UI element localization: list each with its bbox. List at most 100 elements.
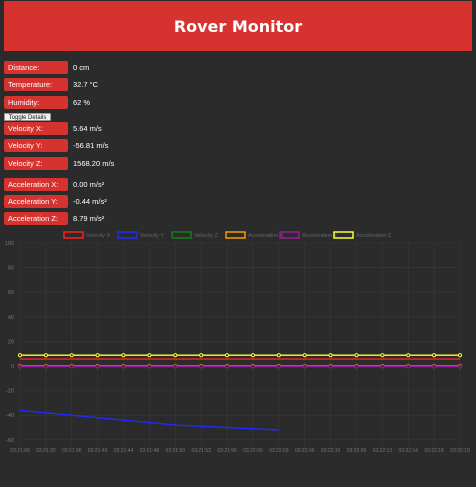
data-point <box>406 353 411 358</box>
data-point <box>354 364 359 369</box>
data-point <box>17 353 23 358</box>
legend-swatch <box>225 231 246 239</box>
data-point <box>95 353 100 358</box>
data-point <box>406 364 411 369</box>
temperature-label: Temperature: <box>4 78 68 91</box>
x-tick-label: 03:22:19 <box>450 448 470 454</box>
x-tick-label: 03:22:09 <box>347 448 367 454</box>
y-tick-label: 100 <box>5 241 14 247</box>
data-point <box>199 364 204 369</box>
legend-swatch <box>171 231 192 239</box>
velocity-x-label: Velocity X: <box>4 122 68 135</box>
humidity-value: 62 % <box>73 98 91 107</box>
x-tick-label: 03:21:40 <box>88 448 108 454</box>
y-tick-label: 20 <box>8 339 14 345</box>
x-tick-label: 03:21:50 <box>166 448 186 454</box>
data-point <box>147 364 152 369</box>
distance-value: 0 cm <box>73 63 90 72</box>
data-point <box>224 364 230 369</box>
x-tick-label: 03:22:00 <box>243 448 263 454</box>
legend-label: Acceleration X <box>248 233 284 239</box>
acceleration-x-row: Acceleration X: 0.00 m/s² <box>4 178 104 191</box>
y-tick-label: -60 <box>6 438 14 444</box>
humidity-row: Humidity: 62 % <box>4 96 90 109</box>
x-tick-label: 03:22:18 <box>424 448 444 454</box>
data-point <box>276 353 281 358</box>
data-point <box>457 353 463 358</box>
x-tick-label: 03:22:06 <box>295 448 315 454</box>
data-point <box>302 364 307 369</box>
data-point <box>328 353 333 358</box>
velocity-y-value: -56.81 m/s <box>73 141 109 150</box>
legend-label: Acceleration Z <box>356 233 392 239</box>
temperature-value: 32.7 °C <box>73 80 99 89</box>
data-point <box>380 364 385 369</box>
y-tick-label: 0 <box>11 364 14 370</box>
acceleration-x-label: Acceleration X: <box>4 178 68 191</box>
data-point <box>432 353 437 358</box>
data-point <box>276 364 281 369</box>
data-point <box>250 364 256 369</box>
x-tick-label: 03:22:10 <box>321 448 341 454</box>
toggle-details-button[interactable]: Toggle Details <box>4 113 51 121</box>
y-tick-label: -20 <box>6 389 14 395</box>
distance-label: Distance: <box>4 61 68 74</box>
velocity-z-value: 1568.20 m/s <box>73 159 115 168</box>
x-tick-label: 03:22:13 <box>373 448 393 454</box>
data-point <box>121 353 126 358</box>
acceleration-x-value: 0.00 m/s² <box>73 180 105 189</box>
data-point <box>95 364 100 369</box>
data-point <box>69 353 74 358</box>
page-header: Rover Monitor <box>4 1 472 51</box>
distance-row: Distance: 0 cm <box>4 61 89 74</box>
acceleration-z-row: Acceleration Z: 8.79 m/s² <box>4 212 104 225</box>
x-tick-label: 03:21:08 <box>10 448 30 454</box>
legend-swatch <box>63 231 84 239</box>
sensor-line-chart: 100 80 60 40 20 0 -20 -40 -60 03:21:08 03:21:32 03:… <box>5 231 470 454</box>
x-tick-label: 03:21:52 <box>191 448 211 454</box>
data-point <box>302 353 307 358</box>
data-point <box>199 353 204 358</box>
legend-label: Velocity X <box>86 233 110 239</box>
page-title: Rover Monitor <box>173 16 303 36</box>
velocity-y-label: Velocity Y: <box>4 139 68 152</box>
acceleration-z-value: 8.79 m/s² <box>73 214 105 223</box>
data-point <box>43 364 48 369</box>
data-point <box>147 353 152 358</box>
data-point <box>17 364 23 369</box>
velocity-y-row: Velocity Y: -56.81 m/s <box>4 139 108 152</box>
humidity-label: Humidity: <box>4 96 68 109</box>
data-point <box>121 364 126 369</box>
x-tick-label: 03:21:56 <box>217 448 237 454</box>
legend-label: Acceleration Y <box>302 233 338 239</box>
data-point <box>43 353 48 358</box>
data-point <box>457 364 463 369</box>
x-tick-label: 03:21:44 <box>114 448 134 454</box>
legend-swatch <box>117 231 138 239</box>
x-tick-label: 03:21:32 <box>36 448 56 454</box>
y-tick-label: 40 <box>8 315 14 321</box>
velocity-z-row: Velocity Z: 1568.20 m/s <box>4 157 114 170</box>
data-point <box>224 353 230 358</box>
data-point <box>250 353 256 358</box>
velocity-x-value: 5.64 m/s <box>73 124 102 133</box>
x-tick-label: 03:21:48 <box>140 448 160 454</box>
legend-label: Velocity Z <box>194 233 218 239</box>
y-tick-label: 60 <box>8 290 14 296</box>
data-point <box>328 364 333 369</box>
acceleration-y-label: Acceleration Y: <box>4 195 68 208</box>
data-point <box>432 364 437 369</box>
legend-label: Velocity Y <box>140 233 164 239</box>
acceleration-y-value: -0.44 m/s² <box>73 197 107 206</box>
velocity-x-row: Velocity X: 5.64 m/s <box>4 122 102 135</box>
x-tick-label: 03:22:03 <box>269 448 289 454</box>
y-tick-label: 80 <box>8 266 14 272</box>
data-point <box>69 364 74 369</box>
y-tick-label: -40 <box>6 413 14 419</box>
acceleration-z-label: Acceleration Z: <box>4 212 68 225</box>
data-point <box>380 353 385 358</box>
velocity-z-label: Velocity Z: <box>4 157 68 170</box>
x-tick-label: 03:22:14 <box>399 448 419 454</box>
data-point <box>354 353 359 358</box>
x-tick-label: 03:21:36 <box>62 448 82 454</box>
